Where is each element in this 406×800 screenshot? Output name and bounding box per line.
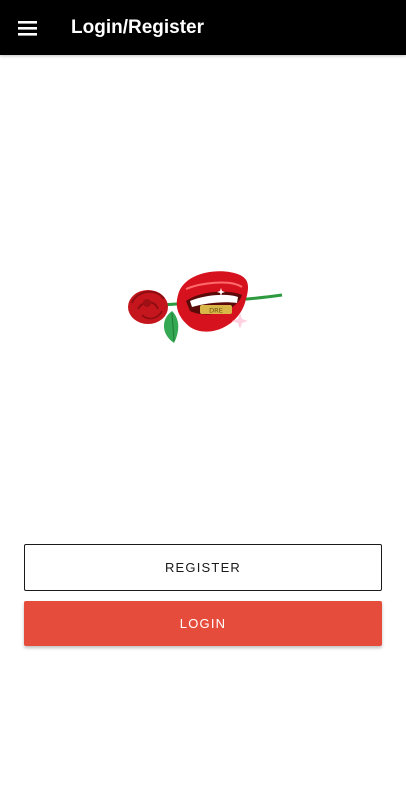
page-title: Login/Register [71, 17, 205, 38]
app-bar: Login/Register [0, 0, 406, 55]
menu-button[interactable] [12, 12, 44, 44]
rose-lips-logo: DRE [120, 265, 286, 347]
register-button-label: REGISTER [164, 560, 242, 575]
register-button[interactable]: REGISTER [24, 544, 382, 591]
hamburger-menu-icon [18, 21, 37, 36]
svg-text:DRE: DRE [209, 307, 223, 315]
login-button-label: LOGIN [179, 616, 227, 631]
login-button[interactable]: LOGIN [24, 601, 382, 646]
